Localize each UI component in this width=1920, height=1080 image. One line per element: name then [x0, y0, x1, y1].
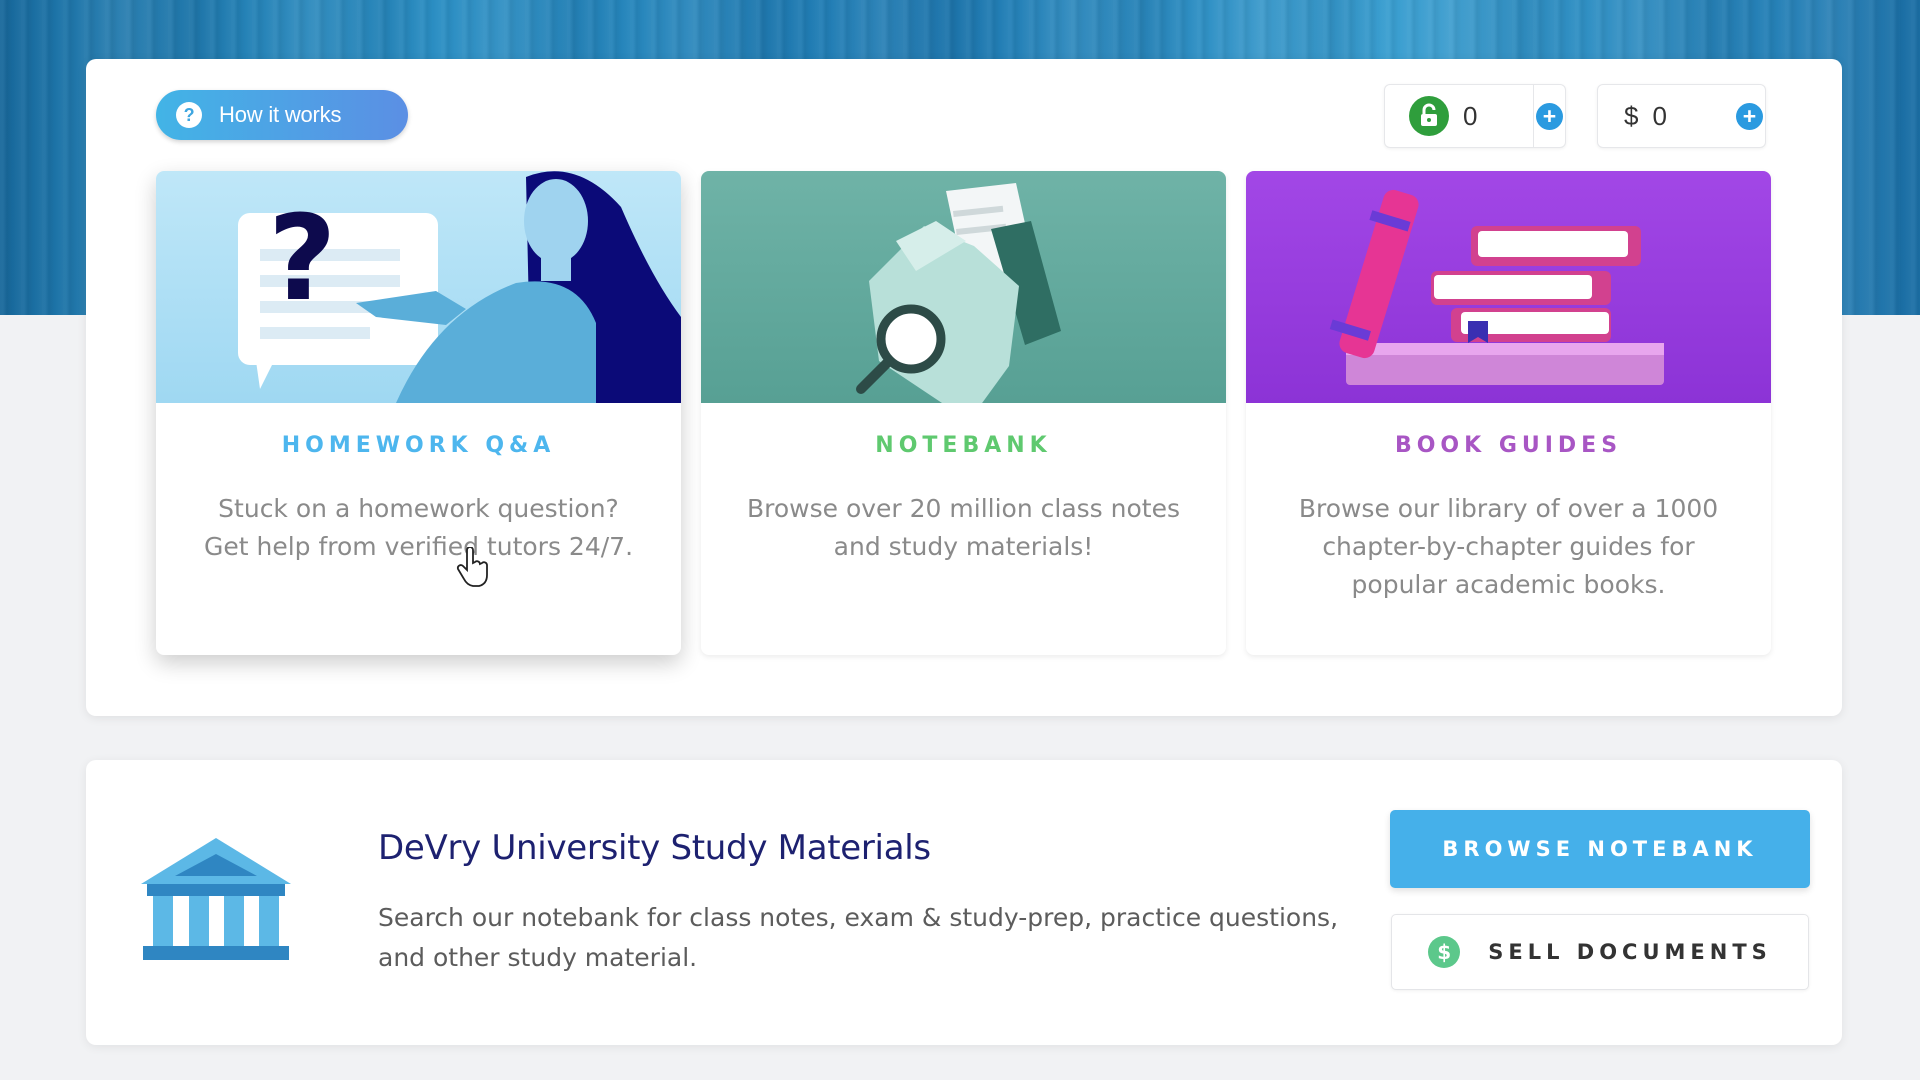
card-book-guides[interactable]: BOOK GUIDES Browse our library of over a… — [1246, 171, 1771, 655]
notebank-illustration — [701, 171, 1226, 403]
institution-icon — [137, 834, 295, 973]
dollar-icon: $ — [1428, 936, 1461, 968]
add-cash-plus-icon[interactable]: + — [1736, 102, 1763, 130]
university-description: Search our notebank for class notes, exa… — [378, 903, 1339, 972]
card-title: BOOK GUIDES — [1394, 433, 1623, 458]
add-unlocks-plus-icon[interactable]: + — [1536, 102, 1563, 130]
card-notebank[interactable]: NOTEBANK Browse over 20 million class no… — [701, 171, 1226, 655]
unlock-icon — [1409, 96, 1449, 136]
question-icon: ? — [176, 102, 202, 128]
card-description: Browse our library of over a 1000 chapte… — [1298, 494, 1719, 599]
how-it-works-button[interactable]: ? How it works — [156, 90, 408, 140]
unlocks-balance: 0 + — [1384, 84, 1566, 148]
cash-symbol: $ — [1624, 100, 1639, 131]
homework-illustration: ? — [156, 171, 681, 403]
unlocks-count: 0 — [1463, 100, 1478, 131]
card-description: Stuck on a homework question? Get help f… — [203, 494, 634, 561]
card-title: HOMEWORK Q&A — [281, 433, 556, 458]
card-title: NOTEBANK — [875, 433, 1052, 458]
how-it-works-label: How it works — [219, 102, 342, 127]
svg-text:?: ? — [268, 189, 336, 327]
university-title: DeVry University Study Materials — [378, 828, 931, 868]
book-guides-illustration — [1246, 171, 1771, 403]
sell-documents-button[interactable]: $ SELL DOCUMENTS — [1391, 914, 1809, 990]
cash-balance: $ 0 + — [1597, 84, 1766, 148]
card-homework-qa[interactable]: ? HOMEWORK Q&A Stuck on a homework quest… — [156, 171, 681, 655]
cash-amount: 0 — [1652, 100, 1667, 131]
sell-documents-label: SELL DOCUMENTS — [1488, 940, 1772, 964]
card-description: Browse over 20 million class notes and s… — [746, 494, 1180, 561]
browse-notebank-button[interactable]: BROWSE NOTEBANK — [1390, 810, 1810, 888]
hand-cursor-icon — [456, 546, 490, 592]
